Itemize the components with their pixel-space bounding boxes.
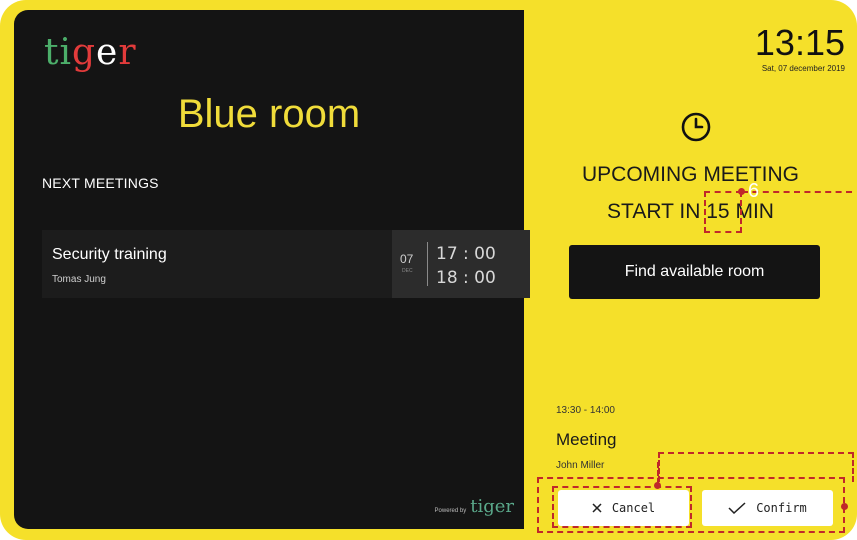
clock-icon (681, 112, 711, 142)
logo-letter: g (71, 32, 97, 73)
powered-by-label: Powered by (434, 508, 467, 514)
logo-letter: e (96, 32, 119, 73)
meeting-list-item[interactable]: Security training Tomas Jung 07 DEC 17 :… (42, 230, 530, 298)
meeting-start-time: 17 : 00 (436, 244, 496, 264)
logo-letter: t (44, 32, 60, 73)
annotation-box-minutes (704, 191, 742, 233)
tiger-logo: tiger (44, 32, 137, 73)
upcoming-meeting-label: UPCOMING MEETING (581, 163, 799, 186)
logo-letter: r (118, 32, 137, 73)
powered-by: Powered by tiger (435, 496, 514, 517)
meeting-month: DEC (402, 268, 413, 274)
next-meetings-heading: NEXT MEETINGS (42, 175, 159, 191)
find-available-room-button[interactable]: Find available room (569, 245, 820, 299)
room-panel: tiger Blue room NEXT MEETINGS Security t… (14, 10, 530, 529)
annotation-connector (657, 462, 659, 484)
annotation-marker (841, 503, 848, 510)
annotation-box-outer (658, 452, 854, 482)
meeting-day: 07 (400, 252, 414, 266)
current-date: Sat, 07 december 2019 (761, 64, 845, 73)
start-countdown: START IN 15 MIN (524, 200, 857, 224)
next-meeting-title: Meeting (556, 430, 617, 449)
next-meeting-time-range: 13:30 - 14:00 (556, 405, 615, 416)
divider (427, 242, 428, 286)
current-time: 13:15 (754, 22, 845, 63)
powered-by-logo: tiger (470, 496, 514, 517)
meeting-time-box: 07 DEC 17 : 00 18 : 00 (392, 230, 530, 298)
annotation-number: 6 (748, 180, 760, 202)
room-name: Blue room (177, 92, 361, 136)
annotation-box-actions (537, 477, 845, 533)
start-prefix: START IN (607, 200, 701, 223)
next-meeting-organizer: John Miller (556, 460, 605, 471)
meeting-title: Security training (52, 246, 167, 263)
meeting-end-time: 18 : 00 (436, 268, 496, 288)
meeting-organizer: Tomas Jung (52, 274, 106, 285)
logo-letter: i (59, 32, 72, 73)
